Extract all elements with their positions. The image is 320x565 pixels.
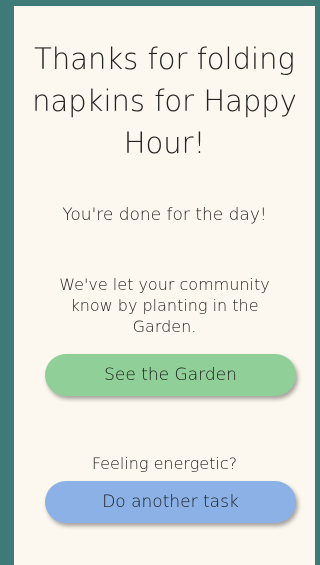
another-task-button[interactable]: Do another task: [45, 481, 296, 523]
see-garden-button[interactable]: See the Garden: [45, 354, 296, 396]
energetic-prompt: Feeling energetic?: [91, 454, 238, 473]
page-title: Thanks for folding napkins for Happy Hou…: [32, 42, 297, 160]
community-message: We've let your community know by plantin…: [59, 275, 270, 336]
completion-panel: Thanks for folding napkins for Happy Hou…: [14, 6, 315, 565]
done-message: You're done for the day!: [62, 205, 267, 225]
